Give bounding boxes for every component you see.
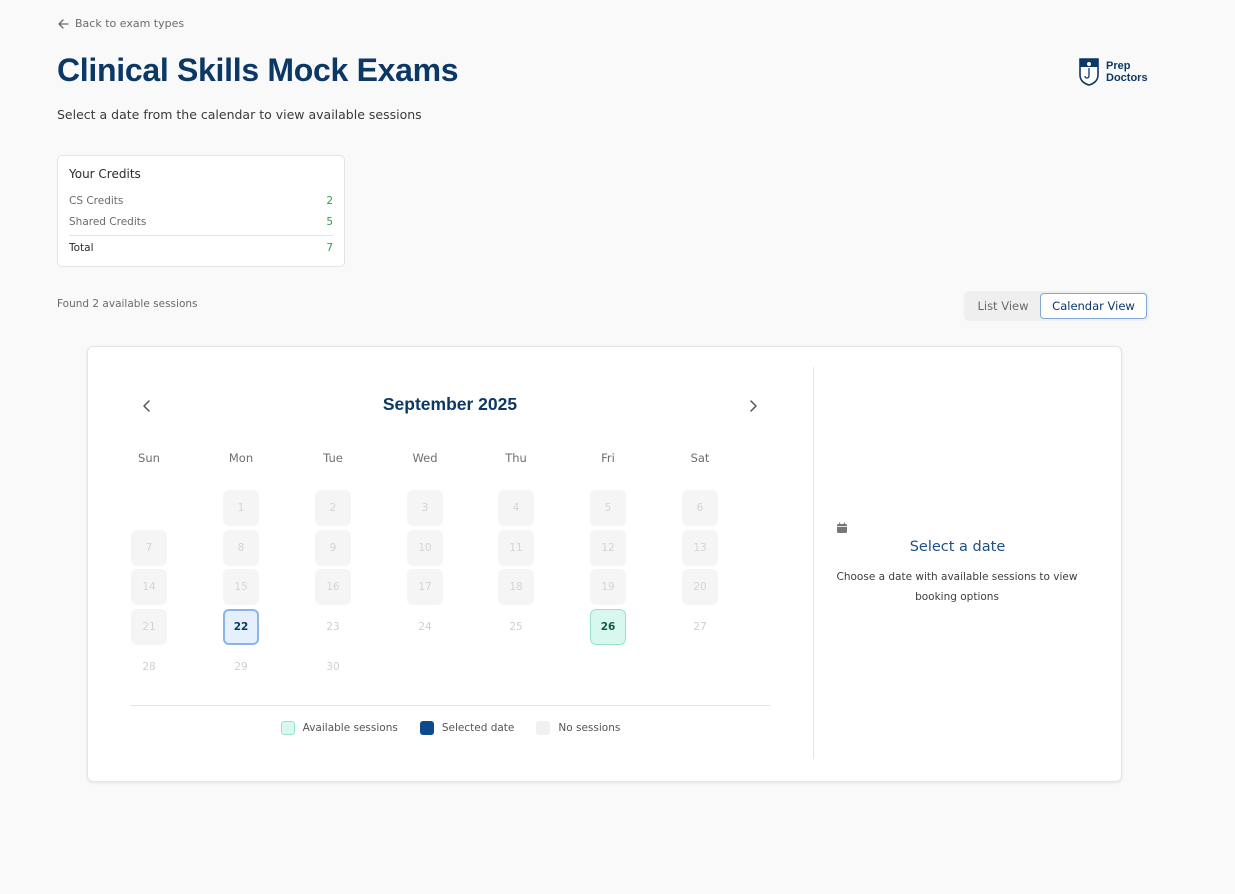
- calendar-day-29: 29: [234, 661, 248, 673]
- calendar-day-8: 8: [223, 530, 259, 566]
- credit-label: Shared Credits: [69, 215, 147, 228]
- sessions-found-text: Found 2 available sessions: [57, 298, 198, 310]
- calendar-day-1: 1: [223, 490, 259, 526]
- page-title: Clinical Skills Mock Exams: [57, 52, 459, 88]
- credit-row-cs: CS Credits 2: [69, 190, 333, 211]
- calendar-day-22[interactable]: 22: [223, 609, 259, 645]
- view-toggle: List View Calendar View: [964, 291, 1149, 321]
- session-details-panel: Select a date Choose a date with availab…: [814, 347, 1123, 783]
- legend-swatch-selected: [419, 721, 434, 735]
- weekday-fri: Fri: [601, 451, 615, 465]
- calendar-day-13: 13: [682, 530, 718, 566]
- calendar-day-14: 14: [131, 569, 167, 605]
- calendar-day-4: 4: [498, 490, 534, 526]
- legend-swatch-available: [280, 721, 295, 735]
- weekday-thu: Thu: [505, 451, 527, 465]
- calendar-day-20: 20: [682, 569, 718, 605]
- calendar-icon: [837, 522, 847, 533]
- weekday-wed: Wed: [412, 451, 438, 465]
- weekday-sun: Sun: [138, 451, 160, 465]
- calendar-day-25: 25: [509, 621, 523, 633]
- legend-divider: [131, 705, 770, 706]
- back-link-label: Back to exam types: [75, 17, 185, 30]
- legend-selected: Selected date: [419, 721, 515, 735]
- arrow-left-icon: [58, 18, 69, 29]
- calendar-day-17: 17: [407, 569, 443, 605]
- chevron-right-icon[interactable]: [744, 397, 762, 415]
- calendar-day-16: 16: [315, 569, 351, 605]
- legend-label: No sessions: [558, 722, 621, 734]
- page-subtitle: Select a date from the calendar to view …: [57, 107, 422, 122]
- weekday-sat: Sat: [690, 451, 710, 465]
- list-view-button[interactable]: List View: [966, 293, 1040, 319]
- legend-label: Available sessions: [302, 722, 398, 734]
- calendar-day-11: 11: [498, 530, 534, 566]
- credit-total-value: 7: [326, 241, 333, 254]
- calendar-day-24: 24: [418, 621, 432, 633]
- calendar-day-6: 6: [682, 490, 718, 526]
- side-panel-description: Choose a date with available sessions to…: [836, 571, 1078, 603]
- calendar-legend: Available sessions Selected date No sess…: [88, 721, 813, 735]
- weekday-tue: Tue: [323, 451, 343, 465]
- calendar-day-15: 15: [223, 569, 259, 605]
- calendar-month-label: September 2025: [382, 394, 518, 414]
- calendar-day-5: 5: [590, 490, 626, 526]
- calendar-day-30: 30: [326, 661, 340, 673]
- side-panel-title: Select a date: [909, 539, 1006, 555]
- calendar-day-28: 28: [142, 661, 156, 673]
- logo-text-line2: Doctors: [1106, 72, 1148, 84]
- credit-row-total: Total 7: [69, 235, 333, 256]
- calendar-day-9: 9: [315, 530, 351, 566]
- legend-available: Available sessions: [280, 721, 398, 735]
- calendar-day-2: 2: [315, 490, 351, 526]
- legend-swatch-none: [536, 721, 551, 735]
- calendar-day-23: 23: [326, 621, 340, 633]
- calendar-panel: September 2025 Sun Mon Tue Wed Thu Fri Sat 123…: [87, 346, 1122, 782]
- calendar-day-18: 18: [498, 569, 534, 605]
- credit-value: 2: [326, 194, 333, 207]
- calendar-view-button[interactable]: Calendar View: [1040, 293, 1147, 319]
- legend-none: No sessions: [536, 721, 620, 735]
- legend-label: Selected date: [441, 722, 515, 734]
- credits-card: Your Credits CS Credits 2 Shared Credits…: [57, 155, 345, 267]
- chevron-left-icon[interactable]: [138, 397, 156, 415]
- brand-logo: Prep Doctors: [1078, 57, 1148, 87]
- calendar-day-3: 3: [407, 490, 443, 526]
- calendar-day-26[interactable]: 26: [590, 609, 626, 645]
- credit-value: 5: [326, 215, 333, 228]
- calendar-day-7: 7: [131, 530, 167, 566]
- calendar-day-19: 19: [590, 569, 626, 605]
- credit-row-shared: Shared Credits 5: [69, 211, 333, 232]
- logo-text-line1: Prep: [1106, 60, 1131, 72]
- credit-label: CS Credits: [69, 194, 124, 207]
- calendar-day-12: 12: [590, 530, 626, 566]
- credit-total-label: Total: [69, 241, 94, 254]
- weekday-mon: Mon: [228, 451, 254, 465]
- shield-logo-icon: [1079, 58, 1099, 86]
- calendar-day-21: 21: [131, 609, 167, 645]
- back-link[interactable]: Back to exam types: [57, 17, 184, 30]
- calendar-day-27: 27: [693, 621, 707, 633]
- calendar-day-10: 10: [407, 530, 443, 566]
- credits-title: Your Credits: [69, 167, 141, 181]
